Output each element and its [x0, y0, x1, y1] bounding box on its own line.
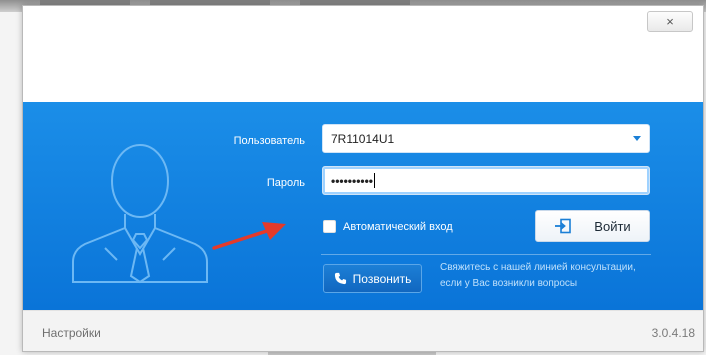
divider — [321, 254, 651, 255]
username-value: 7R11014U1 — [331, 131, 395, 146]
version-label: 3.0.4.18 — [651, 326, 695, 340]
user-silhouette-icon — [72, 144, 208, 284]
password-value: •••••••••• — [331, 173, 374, 188]
red-arrow-annotation — [212, 222, 286, 250]
dialog-footer: Настройки 3.0.4.18 — [23, 310, 703, 351]
support-note: Свяжитесь с нашей линией консультации, е… — [440, 260, 686, 292]
auto-login-row[interactable]: Автоматический вход — [323, 220, 453, 233]
phone-icon — [334, 272, 346, 285]
close-button[interactable]: × — [647, 11, 693, 32]
username-field[interactable]: 7R11014U1 — [322, 124, 650, 153]
call-button[interactable]: Позвонить — [323, 264, 422, 293]
login-dialog: × Пользователь 7R11014U1 Пароль ••••••••… — [22, 5, 704, 352]
login-panel: Пользователь 7R11014U1 Пароль ••••••••••… — [23, 102, 703, 310]
sign-in-icon — [555, 218, 572, 234]
login-button[interactable]: Войти — [535, 210, 650, 242]
auto-login-checkbox[interactable] — [323, 220, 336, 233]
password-field[interactable]: •••••••••• — [322, 166, 650, 195]
auto-login-label[interactable]: Автоматический вход — [343, 221, 453, 233]
text-caret — [374, 173, 376, 188]
support-note-line2: если у Вас возникли вопросы — [440, 278, 578, 289]
settings-link[interactable]: Настройки — [42, 326, 101, 340]
support-note-line1: Свяжитесь с нашей линией консультации, — [440, 262, 636, 273]
chevron-down-icon[interactable] — [633, 136, 641, 141]
call-button-label: Позвонить — [352, 271, 412, 286]
close-icon: × — [666, 14, 674, 29]
password-label: Пароль — [266, 177, 305, 189]
username-label: Пользователь — [233, 135, 305, 147]
login-button-label: Войти — [594, 218, 631, 234]
